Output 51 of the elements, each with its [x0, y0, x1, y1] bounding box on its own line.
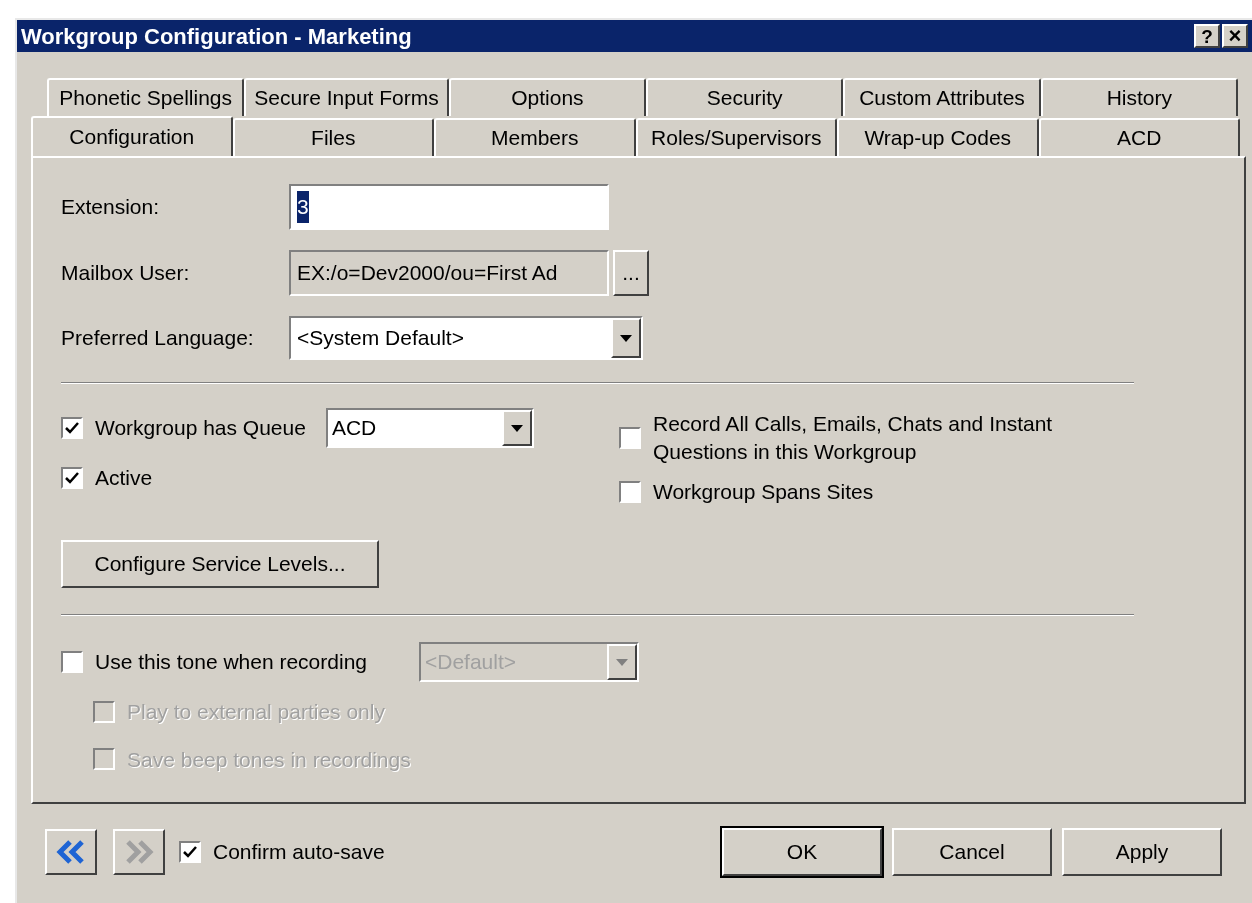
- tab[interactable]: Files: [232, 118, 434, 156]
- checkbox-label: Confirm auto-save: [213, 839, 385, 866]
- tab[interactable]: Configuration: [31, 116, 233, 156]
- double-left-arrow-icon: [56, 840, 86, 864]
- checkbox-label: Use this tone when recording: [95, 649, 368, 676]
- tab[interactable]: Phonetic Spellings: [47, 78, 245, 116]
- dialog-button[interactable]: Apply: [1062, 828, 1222, 876]
- language-dropdown[interactable]: <System Default>: [289, 316, 643, 360]
- field-value: 3: [297, 191, 309, 223]
- checkbox[interactable]: [61, 417, 83, 439]
- dropdown-button[interactable]: [501, 410, 532, 446]
- tab[interactable]: Wrap-up Codes: [837, 118, 1039, 156]
- checkbox[interactable]: [61, 467, 83, 489]
- tab[interactable]: Options: [448, 78, 647, 116]
- caret-icon: [616, 658, 628, 666]
- dropdown-button[interactable]: [611, 318, 641, 358]
- help-button[interactable]: ?: [1194, 24, 1220, 48]
- checkbox[interactable]: [179, 841, 201, 863]
- checkbox[interactable]: [61, 651, 83, 673]
- checkmark-icon: [65, 472, 79, 484]
- window-title: Workgroup Configuration - Marketing: [21, 22, 412, 51]
- checkbox-label: Workgroup Spans Sites: [653, 479, 875, 505]
- mailbox-field[interactable]: EX:/o=Dev2000/ou=First Ad: [289, 250, 609, 296]
- field-label: Mailbox User:: [61, 260, 191, 287]
- checkbox-label: Active: [95, 465, 153, 492]
- dialog-button[interactable]: OK: [722, 828, 882, 876]
- dialog-button[interactable]: Cancel: [892, 828, 1052, 876]
- tab[interactable]: Custom Attributes: [843, 78, 1041, 116]
- tab[interactable]: Secure Input Forms: [244, 78, 449, 116]
- close-button[interactable]: ×: [1222, 24, 1248, 48]
- tab[interactable]: Security: [646, 78, 844, 116]
- tab[interactable]: Members: [434, 118, 636, 156]
- back-button[interactable]: [45, 829, 97, 875]
- checkmark-icon: [65, 422, 79, 434]
- queue-dropdown[interactable]: ACD: [325, 408, 534, 448]
- tab[interactable]: Roles/Supervisors: [635, 118, 837, 156]
- checkbox[interactable]: [619, 481, 641, 503]
- field-label: Preferred Language:: [61, 325, 255, 352]
- caret-icon: [510, 424, 523, 432]
- tab[interactable]: ACD: [1038, 118, 1240, 156]
- checkbox[interactable]: [619, 427, 641, 449]
- checkbox-label: Record All Calls, Emails, Chats and Instant Questions in this Workgroup: [653, 411, 1054, 465]
- field-label: Extension:: [61, 194, 161, 221]
- extension-field[interactable]: 3: [289, 184, 609, 230]
- caret-icon: [620, 334, 632, 342]
- browse-button[interactable]: ...: [613, 250, 649, 296]
- double-right-arrow-icon: [124, 840, 154, 864]
- tab[interactable]: History: [1040, 78, 1238, 116]
- checkbox-label: Workgroup has Queue: [95, 415, 306, 442]
- configure-service-levels-button[interactable]: Configure Service Levels...: [61, 540, 379, 588]
- checkmark-icon: [183, 846, 197, 858]
